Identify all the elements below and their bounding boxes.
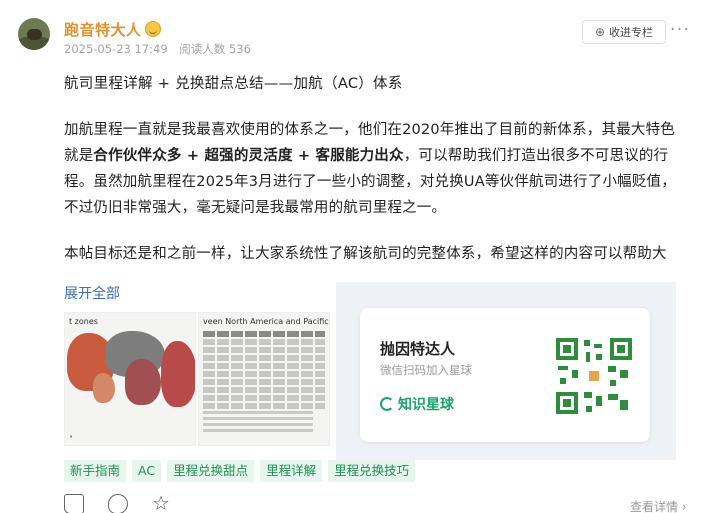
bookmark-icon: ⊕ [594,25,606,39]
add-to-column-label: 收进专栏 [609,26,654,39]
table-row [203,387,325,393]
qr-cell [594,344,602,348]
table-row [203,395,325,401]
tag-ac[interactable]: AC [132,460,162,482]
map-region-south-america [93,373,115,403]
promo-brand-text: 知识星球 [398,397,454,413]
read-count: 阅读人数 536 [179,42,251,56]
comment-icon[interactable] [108,494,128,513]
post-paragraph-2: 本帖目标还是和之前一样，让大家系统性了解该航司的完整体系，希望这样的内容可以帮助… [64,246,667,262]
qr-center-logo-icon [587,369,601,383]
view-detail-link[interactable]: 查看详情 › [630,498,687,513]
more-options-icon[interactable]: ··· [668,21,692,42]
table-row [203,403,325,409]
promo-card[interactable]: 抛因特达人 微信扫码加入星球 知识星球 [360,308,650,442]
qr-cell [608,366,616,372]
post-paragraph-1: 加航里程一直就是我最喜欢使用的体系之一，他们在2020年推出了目前的新体系，其最… [64,117,689,221]
qr-finder [556,392,578,414]
map-region-africa [125,359,161,405]
table-note-line [203,411,313,414]
qr-cell [560,378,566,384]
zone-map-caption: t zones [69,317,98,326]
post-meta: 2025-05-23 17:49 阅读人数 536 [64,41,259,57]
promo-subtitle: 微信扫码加入星球 [380,363,472,377]
zone-map-image[interactable]: t zones • [64,312,196,446]
promo-name: 抛因特达人 [380,340,456,358]
qr-cell [584,340,590,346]
like-icon[interactable] [64,494,84,513]
table-row [203,347,325,353]
zone-map-footnote: • [69,433,74,441]
promo-brand: 知识星球 [380,394,454,414]
table-row [203,339,325,345]
add-to-column-button[interactable]: ⊕ 收进专栏 [582,20,666,44]
table-row [203,363,325,369]
table-note-line [203,423,313,426]
tag-list: 新手指南 AC 里程兑换甜点 里程详解 里程兑换技巧 [64,460,416,482]
zone-table-image[interactable]: veen North America and Pacific zones [198,312,330,446]
paragraph-1-bold: 合作伙伴众多 + 超强的灵活度 + 客服能力出众 [93,148,404,164]
map-region-asia [161,341,195,407]
qr-cell [584,392,592,398]
tag-mileage-explained[interactable]: 里程详解 [260,460,323,482]
tag-newbie-guide[interactable]: 新手指南 [64,460,127,482]
qr-cell [586,352,590,362]
post-actions: ☆ [64,493,172,513]
avatar-animal-shape [27,29,42,40]
star-icon[interactable]: ☆ [152,493,172,513]
author-avatar[interactable] [18,18,50,50]
table-note-line [203,417,313,420]
qr-cell [608,394,618,400]
smile-emoji-icon [144,21,161,37]
table-row [203,331,325,337]
author-name[interactable]: 跑音特大人 [64,19,161,40]
qr-cell [620,370,628,378]
author-name-text[interactable]: 跑音特大人 [64,21,142,39]
publish-time: 2025-05-23 17:49 [64,42,168,56]
qr-finder [556,338,578,360]
qr-cell [620,400,628,410]
expand-all-link[interactable]: 展开全部 [64,283,120,303]
post-title: 航司里程详解 + 兑换甜点总结——加航（AC）体系 [64,76,403,92]
knowledge-planet-logo-icon [380,397,394,411]
qr-cell [596,354,602,360]
qr-code [556,338,632,414]
promo-panel: 抛因特达人 微信扫码加入星球 知识星球 [336,282,676,460]
table-row [203,379,325,385]
qr-cell [558,366,568,370]
zone-table-caption: veen North America and Pacific zones [203,317,329,326]
post-header: 跑音特大人 2025-05-23 17:49 阅读人数 536 ⊕ 收进专栏 ·… [18,16,689,60]
table-row [203,371,325,377]
qr-cell [572,370,578,378]
qr-finder [610,338,632,360]
table-row [203,355,325,361]
table-note-line [203,429,313,432]
zone-table-graphic [203,331,325,435]
tag-redemption-sweet-spots[interactable]: 里程兑换甜点 [167,460,255,482]
qr-cell [610,380,616,386]
qr-cell [586,406,592,412]
tag-redemption-tips[interactable]: 里程兑换技巧 [328,460,416,482]
qr-cell [596,396,602,406]
